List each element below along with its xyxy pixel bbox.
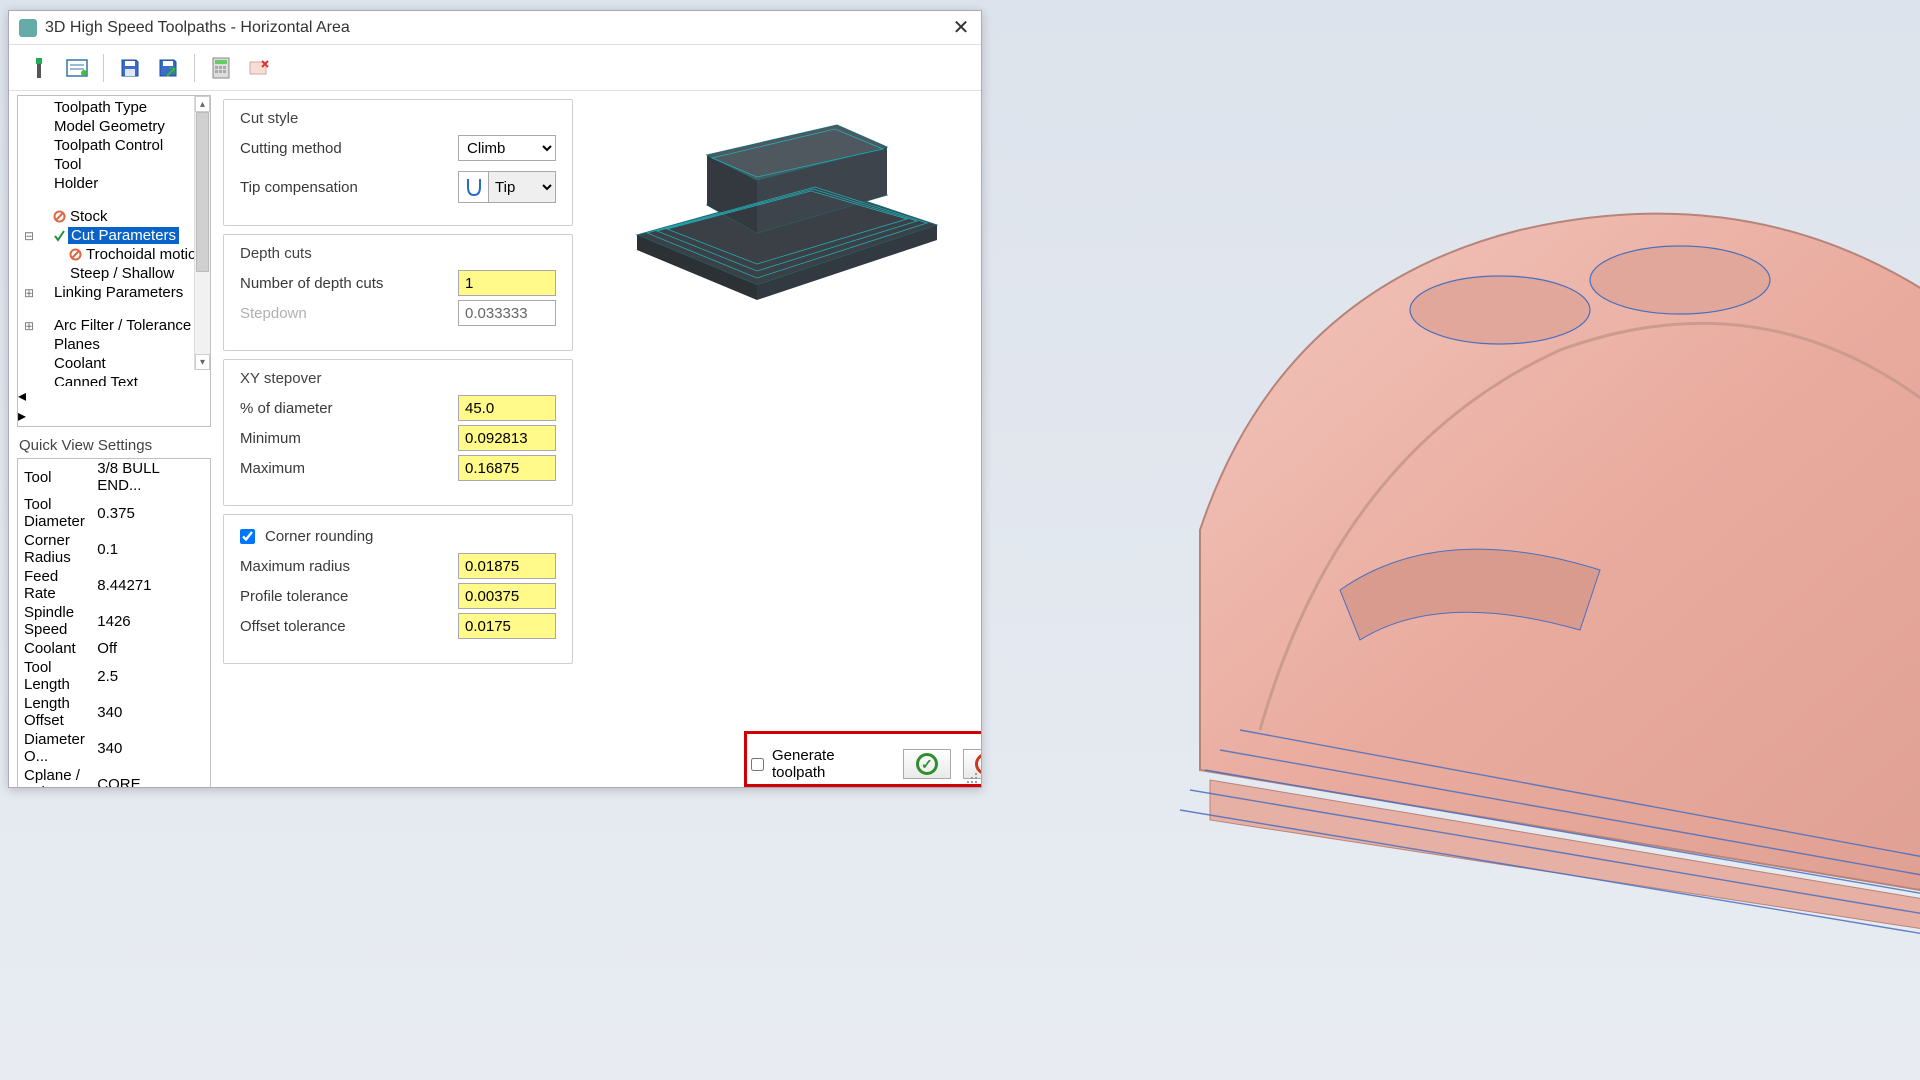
parameter-tree[interactable]: ▴ ▾ Toolpath Type Model Geometry Toolpath … — [18, 96, 210, 386]
quick-view-row: Tool Length2.5 — [18, 658, 210, 694]
tree-node[interactable]: ⊞Arc Filter / Tolerance — [18, 316, 210, 335]
tree-hscrollbar[interactable]: ◂▸ — [18, 386, 210, 426]
close-button[interactable]: ✕ — [941, 11, 981, 45]
tree-node[interactable]: ⊟Cut Parameters — [18, 226, 210, 245]
max-radius-label: Maximum radius — [240, 558, 448, 575]
tree-node-label: Stock — [68, 208, 110, 225]
tree-node[interactable]: Canned Text — [18, 373, 210, 386]
minimum-input[interactable] — [458, 425, 556, 451]
quick-view-row: Feed Rate8.44271 — [18, 567, 210, 603]
tree-node[interactable]: Coolant — [18, 354, 210, 373]
tree-node-label: Cut Parameters — [68, 227, 179, 244]
pct-diameter-input[interactable] — [458, 395, 556, 421]
ok-button[interactable]: ✓ — [903, 749, 950, 779]
tree-node-label: Linking Parameters — [52, 284, 185, 301]
tree-node-label: Trochoidal motion — [84, 246, 207, 263]
quick-view-row: Tool Diameter0.375 — [18, 495, 210, 531]
tip-compensation-label: Tip compensation — [240, 179, 448, 196]
tree-node-label: Model Geometry — [52, 118, 167, 135]
toolbar-list-icon[interactable] — [61, 52, 93, 84]
corner-rounding-group: Corner rounding Maximum radius Profile t… — [223, 514, 573, 664]
maximum-label: Maximum — [240, 460, 448, 477]
disabled-icon — [68, 248, 82, 262]
num-depth-cuts-input[interactable] — [458, 270, 556, 296]
tree-vscrollbar[interactable]: ▴ ▾ — [194, 96, 210, 370]
toolbar-delete-icon[interactable] — [243, 52, 275, 84]
toolpath-preview-image — [597, 105, 977, 305]
quick-view-table: Tool3/8 BULL END...Tool Diameter0.375Cor… — [17, 458, 211, 787]
toolbar-calculator-icon[interactable] — [205, 52, 237, 84]
offset-tolerance-label: Offset tolerance — [240, 618, 448, 635]
quick-view-row: Corner Radius0.1 — [18, 531, 210, 567]
resize-grip-icon[interactable] — [965, 771, 979, 785]
tree-node-label: Steep / Shallow — [68, 265, 176, 282]
edited-icon — [52, 229, 66, 243]
dialog-title: 3D High Speed Toolpaths - Horizontal Are… — [45, 19, 941, 37]
pct-diameter-label: % of diameter — [240, 400, 448, 417]
depth-cuts-group: Depth cuts Number of depth cuts Stepdown — [223, 234, 573, 351]
cut-style-group: Cut style Cutting method Climb Tip compe… — [223, 99, 573, 226]
xy-stepover-group: XY stepover % of diameter Minimum Maximu… — [223, 359, 573, 506]
quick-view-row: Cplane / Tpl...CORE — [18, 766, 210, 787]
tree-node[interactable]: Stock — [18, 207, 210, 226]
stepdown-label: Stepdown — [240, 305, 448, 322]
tip-icon — [459, 172, 489, 202]
tree-node[interactable]: Holder — [18, 174, 210, 193]
disabled-icon — [52, 210, 66, 224]
tree-node[interactable]: Toolpath Control — [18, 136, 210, 155]
toolbar-save-icon[interactable] — [114, 52, 146, 84]
quick-view-row: CoolantOff — [18, 639, 210, 658]
quick-view-row: Tool3/8 BULL END... — [18, 459, 210, 495]
cutting-method-select[interactable]: Climb — [458, 135, 556, 161]
minimum-label: Minimum — [240, 430, 448, 447]
tree-node-label: Canned Text — [52, 374, 140, 386]
toolpath-dialog: 3D High Speed Toolpaths - Horizontal Are… — [8, 10, 982, 788]
maximum-input[interactable] — [458, 455, 556, 481]
tree-node-label: Coolant — [52, 355, 108, 372]
tree-node-label: Arc Filter / Tolerance — [52, 317, 193, 334]
viewport-3d-model — [1080, 130, 1920, 950]
tree-node-label: Planes — [52, 336, 102, 353]
quick-view-title: Quick View Settings — [19, 437, 211, 454]
profile-tolerance-input[interactable] — [458, 583, 556, 609]
quick-view-row: Spindle Speed1426 — [18, 603, 210, 639]
tree-node-label: Toolpath Type — [52, 99, 149, 116]
tree-node[interactable]: Steep / Shallow — [18, 264, 210, 283]
generate-toolpath-checkbox[interactable] — [751, 757, 764, 772]
quick-view-row: Diameter O...340 — [18, 730, 210, 766]
cutting-method-label: Cutting method — [240, 140, 448, 157]
max-radius-input[interactable] — [458, 553, 556, 579]
app-icon — [19, 19, 37, 37]
num-depth-cuts-label: Number of depth cuts — [240, 275, 448, 292]
offset-tolerance-input[interactable] — [458, 613, 556, 639]
profile-tolerance-label: Profile tolerance — [240, 588, 448, 605]
tree-node-label: Tool — [52, 156, 84, 173]
generate-toolpath-label: Generate toolpath — [772, 747, 871, 781]
tree-node[interactable]: Model Geometry — [18, 117, 210, 136]
tree-node[interactable]: Toolpath Type — [18, 98, 210, 117]
corner-rounding-label: Corner rounding — [265, 528, 373, 545]
tree-node[interactable]: Planes — [18, 335, 210, 354]
quick-view-row: Length Offset340 — [18, 694, 210, 730]
toolbar-wizard-icon[interactable] — [23, 52, 55, 84]
tree-node-label: Holder — [52, 175, 100, 192]
toolbar-save-as-icon[interactable] — [152, 52, 184, 84]
corner-rounding-checkbox[interactable] — [240, 529, 255, 544]
tree-node-label: Toolpath Control — [52, 137, 165, 154]
tree-node[interactable]: Trochoidal motion — [18, 245, 210, 264]
tip-compensation-select[interactable]: Tip — [458, 171, 556, 203]
dialog-toolbar — [9, 45, 981, 91]
tree-node[interactable]: ⊞Linking Parameters — [18, 283, 210, 302]
stepdown-input — [458, 300, 556, 326]
tree-node[interactable]: Tool — [18, 155, 210, 174]
